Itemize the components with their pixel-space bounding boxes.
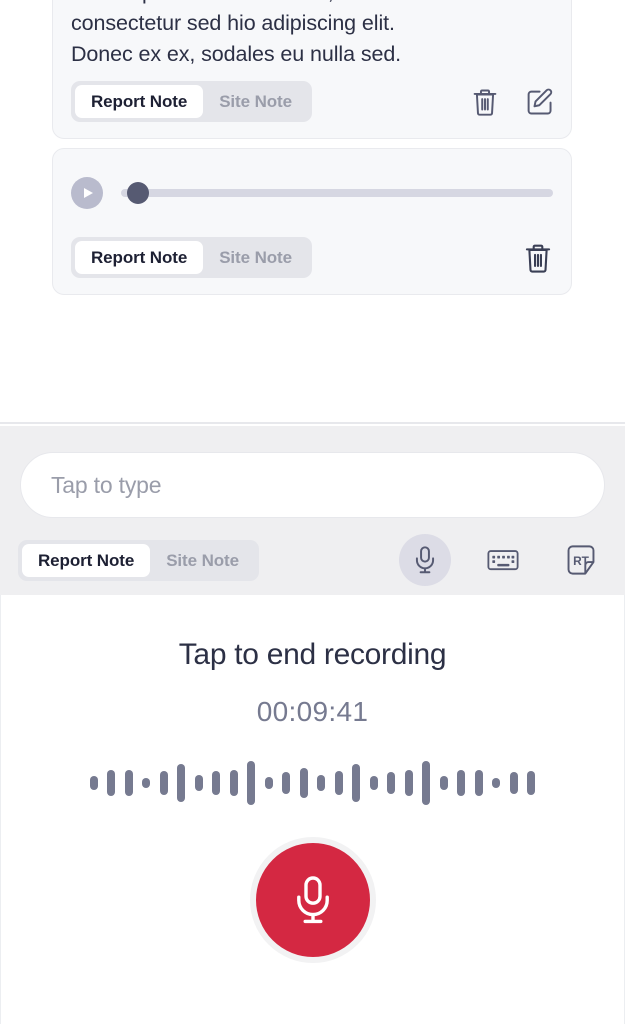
text-note-card: Lorem ipsum dolor sit amet, consectetur … xyxy=(52,0,572,139)
recording-panel: Tap to end recording 00:09:41 xyxy=(0,595,625,1024)
waveform-bar xyxy=(282,772,291,794)
waveform-bar xyxy=(107,770,116,796)
recording-timer: 00:09:41 xyxy=(256,696,369,727)
waveform-bar xyxy=(422,761,431,805)
waveform-bar xyxy=(334,771,343,795)
tab-site-note[interactable]: Site Note xyxy=(150,544,255,577)
waveform-bar xyxy=(194,775,203,791)
microphone-icon xyxy=(296,876,329,924)
audio-note-actions xyxy=(523,242,553,274)
recording-title: Tap to end recording xyxy=(178,638,447,671)
waveform-bar xyxy=(457,770,466,796)
waveform-bar xyxy=(492,778,501,788)
waveform-bar xyxy=(142,778,151,788)
notes-list: Lorem ipsum dolor sit amet, consectetur … xyxy=(0,0,625,424)
waveform-bar xyxy=(247,761,256,805)
trash-icon[interactable] xyxy=(523,242,553,274)
waveform-bar xyxy=(474,770,483,796)
record-button-wrap xyxy=(1,837,624,963)
waveform-bar xyxy=(509,772,518,794)
waveform-bar xyxy=(264,777,273,789)
note-input-field[interactable]: Tap to type xyxy=(20,452,605,518)
composer-bar: Tap to type Report Note Site Note RT xyxy=(0,426,625,595)
waveform-bar xyxy=(317,775,326,791)
slider-track xyxy=(121,189,553,197)
audio-player xyxy=(71,177,553,209)
text-note-actions xyxy=(471,87,553,117)
waveform-bar xyxy=(352,764,361,802)
play-triangle xyxy=(84,188,93,198)
waveform-bar xyxy=(124,770,133,796)
rt-template-icon[interactable]: RT xyxy=(555,534,607,586)
text-note-footer: Report Note Site Note xyxy=(71,81,553,122)
note-body-text: Lorem ipsum dolor sit amet, consectetur … xyxy=(71,0,402,66)
mobile-notes-screen: Lorem ipsum dolor sit amet, consectetur … xyxy=(0,0,625,1024)
slider-thumb[interactable] xyxy=(127,182,149,204)
audio-note-footer: Report Note Site Note xyxy=(71,237,553,278)
waveform-bar xyxy=(404,770,413,796)
tab-report-note[interactable]: Report Note xyxy=(75,85,204,118)
audio-note-type-toggle[interactable]: Report Note Site Note xyxy=(71,237,312,278)
waveform-bar xyxy=(229,770,238,796)
waveform-bar xyxy=(527,771,536,795)
audio-waveform xyxy=(1,760,624,806)
waveform-bar xyxy=(387,772,396,794)
trash-icon[interactable] xyxy=(471,87,499,117)
stop-recording-button[interactable] xyxy=(249,837,376,963)
microphone-icon[interactable] xyxy=(399,534,451,586)
composer-note-type-toggle[interactable]: Report Note Site Note xyxy=(18,539,259,581)
waveform-bar xyxy=(159,771,168,795)
note-type-toggle[interactable]: Report Note Site Note xyxy=(71,81,312,122)
waveform-bar xyxy=(439,776,448,790)
waveform-bar xyxy=(299,768,308,798)
audio-note-card: Report Note Site Note xyxy=(52,148,572,295)
composer-action-icons: RT xyxy=(399,534,607,586)
audio-progress-slider[interactable] xyxy=(121,182,553,204)
tab-report-note[interactable]: Report Note xyxy=(22,543,151,577)
waveform-bar xyxy=(369,776,378,790)
tab-report-note[interactable]: Report Note xyxy=(75,241,204,274)
composer-controls: Report Note Site Note RT xyxy=(18,534,607,586)
waveform-bar xyxy=(177,764,186,802)
tab-site-note[interactable]: Site Note xyxy=(203,241,308,274)
keyboard-icon[interactable] xyxy=(477,534,529,586)
rt-template-label: RT xyxy=(573,554,590,568)
waveform-bar xyxy=(212,771,221,795)
waveform-bar xyxy=(89,776,98,790)
edit-icon[interactable] xyxy=(525,87,553,117)
tab-site-note[interactable]: Site Note xyxy=(203,85,308,118)
note-input-placeholder: Tap to type xyxy=(51,471,162,498)
play-icon[interactable] xyxy=(71,177,103,209)
